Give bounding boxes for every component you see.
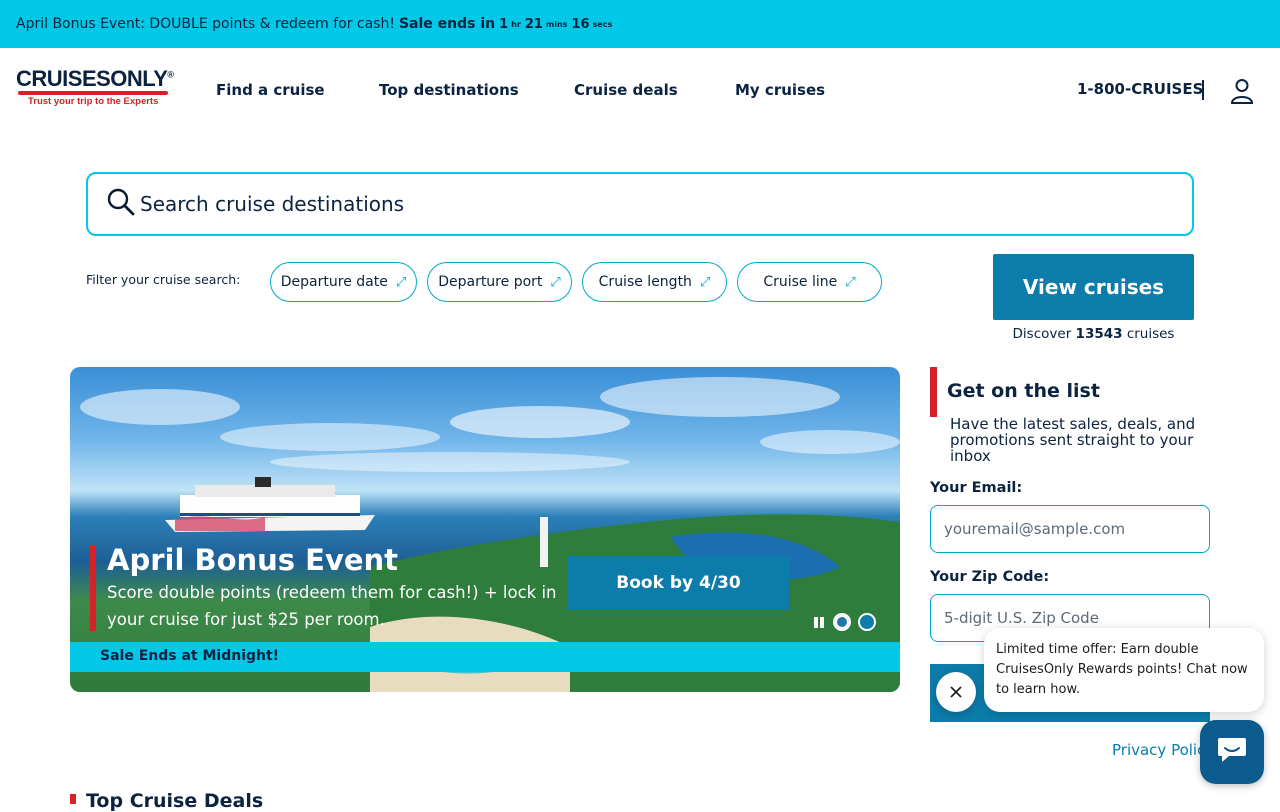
logo-swoosh <box>18 91 168 95</box>
countdown-hours: 1 <box>499 16 509 32</box>
carousel-dot-1[interactable] <box>833 613 851 631</box>
hero-title: April Bonus Event <box>107 543 399 577</box>
chat-icon <box>1217 736 1247 768</box>
zip-placeholder: 5-digit U.S. Zip Code <box>944 609 1099 627</box>
phone-link[interactable]: 1-800-CRUISES <box>1077 80 1203 98</box>
hero-carousel[interactable]: April Bonus Event Score double points (r… <box>70 367 900 692</box>
chip-label: Departure port <box>438 274 543 290</box>
close-icon[interactable] <box>936 672 976 712</box>
logo-tagline: Trust your trip to the Experts <box>28 96 159 107</box>
nav-find-a-cruise[interactable]: Find a cruise <box>216 81 325 99</box>
promo-sale-ends: Sale ends in <box>398 16 496 32</box>
promo-text: April Bonus Event: DOUBLE points & redee… <box>16 16 395 32</box>
countdown-hours-unit: hr <box>511 19 521 29</box>
email-field[interactable]: youremail@sample.com <box>930 505 1210 553</box>
hero-subtitle: Score double points (redeem them for cas… <box>107 583 557 629</box>
promo-banner[interactable]: April Bonus Event: DOUBLE points & redee… <box>0 0 1280 48</box>
chat-launcher-button[interactable] <box>1200 720 1264 784</box>
expand-arrows-icon: ⤢ <box>550 274 561 290</box>
hero-sale-text: Sale Ends at Midnight! <box>100 648 280 664</box>
countdown-seconds-unit: secs <box>592 19 613 29</box>
section-title: Top Cruise Deals <box>86 790 264 812</box>
hero-cruise-ship <box>165 477 375 532</box>
header-divider <box>1202 80 1204 100</box>
cruise-count: 13543 <box>1075 326 1123 342</box>
email-label: Your Email: <box>930 480 1023 496</box>
chip-label: Cruise line <box>763 274 838 290</box>
book-by-button[interactable]: Book by 4/30 <box>567 556 790 610</box>
countdown-minutes-unit: mins <box>545 19 568 29</box>
expand-arrows-icon: ⤢ <box>845 274 856 290</box>
site-header: CRUISESONLY® Trust your trip to the Expe… <box>0 48 1280 132</box>
hero-sky-clouds <box>80 377 900 472</box>
logo-wordmark: CRUISESONLY® <box>16 66 174 91</box>
cruisesonly-logo[interactable]: CRUISESONLY® Trust your trip to the Expe… <box>16 66 178 112</box>
nav-cruise-deals[interactable]: Cruise deals <box>574 81 678 99</box>
search-placeholder: Search cruise destinations <box>140 192 405 216</box>
chat-offer-text: Limited time offer: Earn double CruisesO… <box>996 642 1248 697</box>
hero-sale-bar: Sale Ends at Midnight! <box>70 642 900 672</box>
chip-label: Cruise length <box>598 274 692 290</box>
filter-label: Filter your cruise search: <box>86 272 241 287</box>
expand-arrows-icon: ⤢ <box>699 274 711 290</box>
filter-departure-date[interactable]: Departure date ⤢ <box>270 262 417 302</box>
filter-cruise-line[interactable]: Cruise line ⤢ <box>737 262 882 302</box>
zip-label: Your Zip Code: <box>930 569 1050 585</box>
chip-label: Departure date <box>280 274 388 290</box>
chat-offer-bubble[interactable]: Limited time offer: Earn double CruisesO… <box>984 628 1264 712</box>
hero-accent-bar <box>90 545 96 631</box>
signup-title: Get on the list <box>947 380 1100 402</box>
user-icon[interactable] <box>1230 78 1254 104</box>
search-icon <box>106 187 136 221</box>
email-placeholder: youremail@sample.com <box>944 520 1126 538</box>
destination-search-input[interactable]: Search cruise destinations <box>86 172 1194 236</box>
countdown-minutes: 21 <box>524 16 543 32</box>
section-accent-bar <box>70 794 76 804</box>
pause-icon[interactable] <box>813 616 825 630</box>
discover-count-text: Discover 13543 cruises <box>1012 326 1175 342</box>
nav-my-cruises[interactable]: My cruises <box>735 81 825 99</box>
privacy-policy-link[interactable]: Privacy Policy <box>1112 741 1214 759</box>
expand-arrows-icon: ⤢ <box>395 274 407 290</box>
nav-top-destinations[interactable]: Top destinations <box>379 81 519 99</box>
view-cruises-button[interactable]: View cruises <box>993 254 1194 320</box>
signup-accent-bar <box>930 367 937 417</box>
filter-departure-port[interactable]: Departure port ⤢ <box>427 262 572 302</box>
filter-cruise-length[interactable]: Cruise length ⤢ <box>582 262 727 302</box>
carousel-dot-2[interactable] <box>858 613 876 631</box>
signup-description: Have the latest sales, deals, and promot… <box>950 415 1196 465</box>
countdown-seconds: 16 <box>571 16 590 32</box>
